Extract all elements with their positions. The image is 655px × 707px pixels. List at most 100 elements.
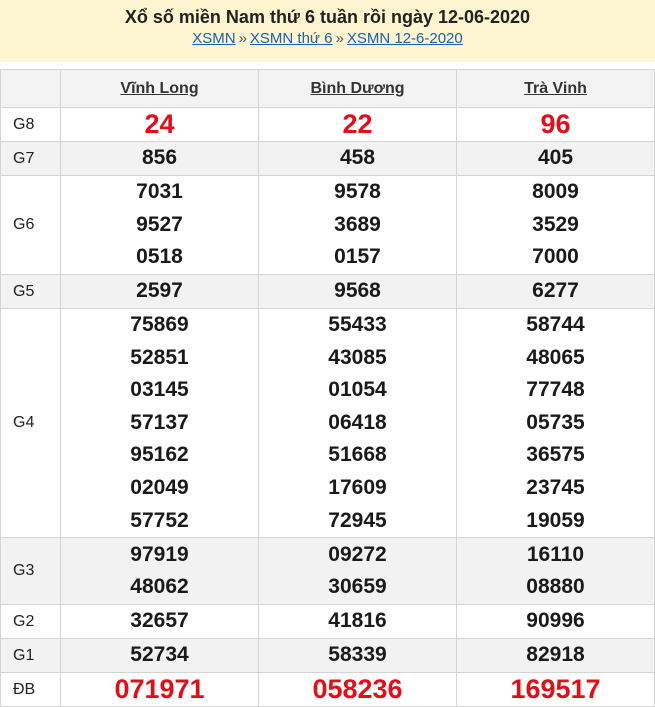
- page-header: Xổ số miền Nam thứ 6 tuần rồi ngày 12-06…: [0, 0, 655, 62]
- prize-cell: 22: [258, 107, 457, 142]
- prize-number: 77748: [526, 378, 585, 402]
- prize-number: 51668: [328, 443, 387, 467]
- prize-cell: 41816: [258, 604, 457, 640]
- prize-number: 43085: [328, 345, 387, 369]
- prize-number: 071971: [114, 674, 205, 705]
- prize-number: 32657: [130, 609, 189, 633]
- prize-number: 058236: [312, 674, 403, 705]
- prize-number: 7000: [532, 245, 579, 269]
- prize-cell: 90996: [456, 604, 655, 640]
- prize-number: 9527: [136, 212, 183, 236]
- province-link-binh-duong[interactable]: Bình Dương: [310, 80, 404, 97]
- prize-cell: 8009 3529 7000: [456, 175, 655, 275]
- prize-label: G6: [0, 175, 61, 275]
- prize-number: 90996: [526, 609, 585, 633]
- prize-cell: 071971: [60, 672, 259, 707]
- prize-cell: 6277: [456, 274, 655, 309]
- prize-cell: 97919 48062: [60, 537, 259, 606]
- prize-number: 09272: [328, 542, 387, 566]
- prize-label: G5: [0, 274, 61, 309]
- prize-cell: 32657: [60, 604, 259, 640]
- prize-number: 95162: [130, 443, 189, 467]
- prize-row-g7: G7 856 458 405: [0, 141, 655, 176]
- prize-number: 01054: [328, 378, 387, 402]
- prize-number: 57752: [130, 508, 189, 532]
- prize-number: 17609: [328, 475, 387, 499]
- prize-cell: 24: [60, 107, 259, 142]
- prize-number: 05735: [526, 410, 585, 434]
- prize-cell: 75869 52851 03145 57137 95162 02049 5775…: [60, 307, 259, 539]
- prize-number: 52851: [130, 345, 189, 369]
- prize-number: 55433: [328, 313, 387, 336]
- prize-number: 8009: [532, 180, 579, 204]
- prize-number: 52734: [130, 643, 189, 667]
- province-header-binh-duong: Bình Dương: [258, 69, 457, 108]
- prize-number: 23745: [526, 475, 585, 499]
- breadcrumb: XSMN» XSMN thứ 6» XSMN 12-6-2020: [0, 29, 655, 49]
- prize-row-special: ĐB 071971 058236 169517: [0, 672, 655, 707]
- prize-number: 6277: [532, 279, 579, 303]
- province-link-tra-vinh[interactable]: Trà Vinh: [524, 80, 587, 97]
- prize-cell: 405: [456, 141, 655, 176]
- prize-cell: 856: [60, 141, 259, 176]
- results-table: Vĩnh Long Bình Dương Trà Vinh G8 24 22 9…: [0, 69, 655, 707]
- prize-row-g1: G1 52734 58339 82918: [0, 638, 655, 674]
- prize-number: 2597: [136, 279, 183, 303]
- prize-row-g2: G2 32657 41816 90996: [0, 604, 655, 640]
- prize-label: G4: [0, 307, 61, 539]
- prize-number: 856: [141, 146, 178, 170]
- prize-number: 405: [537, 146, 574, 170]
- prize-number: 36575: [526, 443, 585, 467]
- province-header-vinh-long: Vĩnh Long: [60, 69, 259, 108]
- prize-number: 58339: [328, 643, 387, 667]
- prize-cell: 58339: [258, 638, 457, 674]
- prize-cell: 16110 08880: [456, 537, 655, 606]
- prize-number: 75869: [130, 313, 189, 336]
- breadcrumb-separator: »: [238, 30, 247, 47]
- prize-number: 16110: [526, 542, 585, 566]
- prize-number: 58744: [526, 313, 585, 336]
- prize-number: 0518: [136, 245, 183, 269]
- prize-cell: 58744 48065 77748 05735 36575 23745 1905…: [456, 307, 655, 539]
- prize-cell: 82918: [456, 638, 655, 674]
- prize-label: G8: [0, 107, 61, 142]
- prize-cell: 9568: [258, 274, 457, 309]
- prize-number: 82918: [526, 643, 585, 667]
- prize-label: ĐB: [0, 672, 61, 707]
- prize-number: 30659: [328, 575, 387, 599]
- prize-label: G2: [0, 604, 61, 640]
- prize-number: 48065: [526, 345, 585, 369]
- prize-number: 06418: [328, 410, 387, 434]
- prize-cell: 55433 43085 01054 06418 51668 17609 7294…: [258, 307, 457, 539]
- prize-row-g8: G8 24 22 96: [0, 107, 655, 142]
- prize-number: 72945: [328, 508, 387, 532]
- province-link-vinh-long[interactable]: Vĩnh Long: [120, 80, 198, 97]
- prize-cell: 058236: [258, 672, 457, 707]
- prize-cell: 52734: [60, 638, 259, 674]
- prize-cell: 2597: [60, 274, 259, 309]
- header-empty-cell: [0, 69, 61, 108]
- page-title: Xổ số miền Nam thứ 6 tuần rồi ngày 12-06…: [124, 7, 531, 27]
- prize-cell: 9578 3689 0157: [258, 175, 457, 275]
- prize-number: 97919: [130, 542, 189, 566]
- prize-cell: 96: [456, 107, 655, 142]
- breadcrumb-xsmn-date-link[interactable]: XSMN 12-6-2020: [347, 30, 463, 47]
- breadcrumb-xsmn-link[interactable]: XSMN: [192, 30, 235, 47]
- prize-number: 9568: [334, 279, 381, 303]
- prize-cell: 458: [258, 141, 457, 176]
- prize-number: 3529: [532, 212, 579, 236]
- prize-number: 9578: [334, 180, 381, 204]
- prize-label: G7: [0, 141, 61, 176]
- prize-number: 24: [144, 109, 175, 139]
- prize-number: 22: [342, 109, 373, 139]
- province-header-tra-vinh: Trà Vinh: [456, 69, 655, 108]
- prize-number: 57137: [130, 410, 189, 434]
- prize-label: G1: [0, 638, 61, 674]
- prize-number: 169517: [510, 674, 601, 705]
- breadcrumb-xsmn-thu6-link[interactable]: XSMN thứ 6: [250, 30, 333, 47]
- prize-row-g3: G3 97919 48062 09272 30659 16110 08880: [0, 537, 655, 606]
- prize-cell: 169517: [456, 672, 655, 707]
- prize-number: 02049: [130, 475, 189, 499]
- prize-number: 03145: [130, 378, 189, 402]
- prize-number: 3689: [334, 212, 381, 236]
